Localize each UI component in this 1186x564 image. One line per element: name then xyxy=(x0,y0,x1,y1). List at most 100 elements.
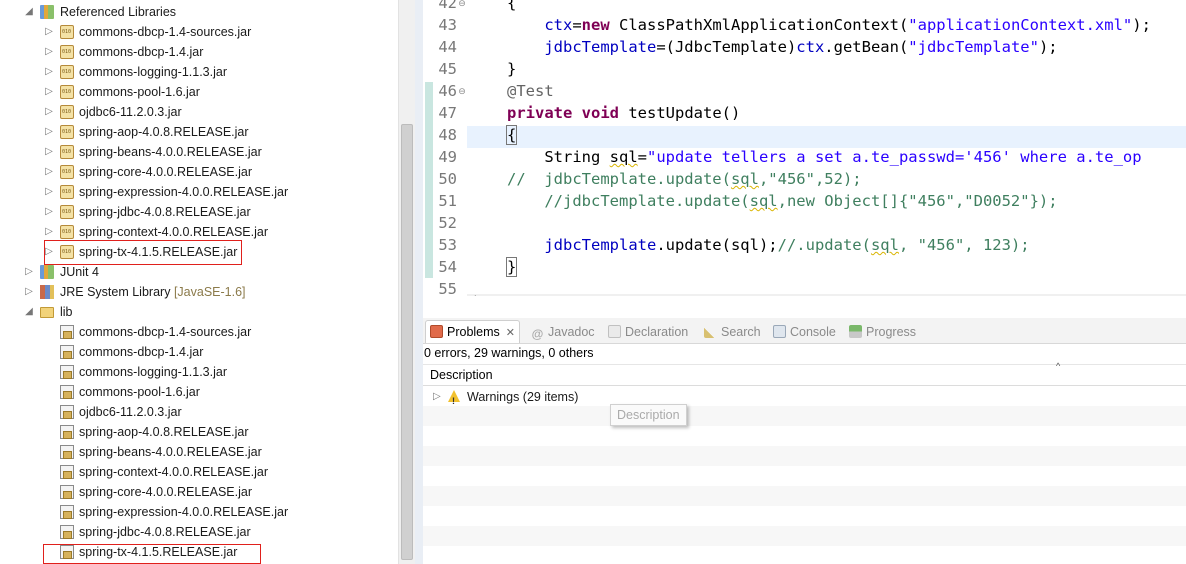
jar-label: commons-logging-1.1.3.jar xyxy=(79,365,227,379)
jar-label: spring-beans-4.0.0.RELEASE.jar xyxy=(79,145,262,159)
collapse-arrow-icon[interactable]: ◢ xyxy=(24,2,34,22)
pane-divider[interactable] xyxy=(415,0,423,564)
tree-node-label: JUnit 4 xyxy=(60,265,99,279)
code-line-53[interactable]: jdbcTemplate.update(sql);//.update(sql, … xyxy=(507,234,1030,256)
sort-up-icon[interactable]: ^ xyxy=(1056,361,1060,371)
expand-arrow-icon[interactable]: ▷ xyxy=(24,262,34,282)
code-line-48[interactable]: { xyxy=(505,124,518,146)
search-torch-icon xyxy=(704,325,717,338)
expand-arrow-icon[interactable]: ▷ xyxy=(44,182,54,202)
problems-icon xyxy=(430,325,443,338)
expand-arrow-icon[interactable]: ▷ xyxy=(44,82,54,102)
jar-label: spring-aop-4.0.8.RELEASE.jar xyxy=(79,125,249,139)
close-icon[interactable]: ✕ xyxy=(506,327,515,339)
code-line-46[interactable]: @Test xyxy=(507,80,554,102)
line-number: 42 xyxy=(438,0,457,12)
expand-arrow-icon[interactable]: ▷ xyxy=(44,162,54,182)
jar-icon xyxy=(60,105,74,119)
column-header-description[interactable]: Description xyxy=(430,365,493,385)
expand-arrow-icon[interactable]: ▷ xyxy=(44,102,54,122)
line-number: 48 xyxy=(438,126,457,144)
line-number: 43 xyxy=(438,16,457,34)
collapse-arrow-icon[interactable]: ◢ xyxy=(24,302,34,322)
code-token: @Test xyxy=(507,82,554,100)
scroll-left-arrow-icon[interactable]: ◀ xyxy=(469,293,476,296)
code-token: jdbcTemplate xyxy=(544,38,657,56)
code-line-43[interactable]: ctx=new ClassPathXmlApplicationContext("… xyxy=(507,14,1151,36)
code-line-50[interactable]: // jdbcTemplate.update(sql,"456",52); xyxy=(507,168,862,190)
jar-file-icon xyxy=(60,425,74,439)
expand-arrow-icon[interactable]: ▷ xyxy=(44,122,54,142)
expand-arrow-icon[interactable]: ▷ xyxy=(44,62,54,82)
jar-label: spring-jdbc-4.0.8.RELEASE.jar xyxy=(79,525,251,539)
fold-minus-icon[interactable]: ⊖ xyxy=(457,80,467,102)
expand-arrow-icon[interactable]: ▷ xyxy=(44,142,54,162)
expand-arrow-icon[interactable]: ▷ xyxy=(44,202,54,222)
table-header: Description ^ xyxy=(423,361,1186,386)
code-token: testUpdate() xyxy=(619,104,741,122)
jar-file-icon xyxy=(60,385,74,399)
line-number: 53 xyxy=(438,236,457,254)
jar-icon xyxy=(60,225,74,239)
expand-arrow-icon[interactable]: ▷ xyxy=(44,22,54,42)
java-editor[interactable]: 42 43 44 45 46 47 48 49 50 51 52 53 54 5… xyxy=(423,0,1186,296)
tab-label: Javadoc xyxy=(548,325,595,339)
tree-node-referenced-libraries[interactable]: ◢ Referenced Libraries xyxy=(0,2,398,22)
code-token: ctx xyxy=(544,16,573,34)
view-tab-bar: Problems ✕ @ Javadoc Declaration Search Co… xyxy=(423,318,1186,344)
code-line-49[interactable]: String sql="update tellers a set a.te_pa… xyxy=(507,146,1141,168)
code-token: private xyxy=(507,104,573,122)
tab-problems[interactable]: Problems ✕ xyxy=(425,320,521,343)
tab-javadoc[interactable]: @ Javadoc xyxy=(531,321,595,343)
code-line-47[interactable]: private void testUpdate() xyxy=(507,102,740,124)
tab-declaration[interactable]: Declaration xyxy=(608,321,688,343)
fold-minus-icon[interactable]: ⊖ xyxy=(457,0,467,14)
line-number: 49 xyxy=(438,148,457,166)
code-line-51[interactable]: //jdbcTemplate.update(sql,new Object[]{"… xyxy=(507,190,1058,212)
tree-vertical-scrollbar[interactable] xyxy=(398,0,415,564)
code-token: // jdbcTemplate.update( xyxy=(507,170,731,188)
code-line-54[interactable]: } xyxy=(505,256,518,278)
code-token: ); xyxy=(758,236,778,254)
declaration-icon xyxy=(608,325,621,338)
code-token: =(JdbcTemplate) xyxy=(656,38,797,56)
code-token: ,"456",52); xyxy=(758,170,862,188)
expand-arrow-icon[interactable]: ▷ xyxy=(433,387,441,407)
line-number: 52 xyxy=(438,214,457,232)
code-token: .getBean( xyxy=(824,38,909,56)
tab-console[interactable]: Console xyxy=(773,321,836,343)
scrollbar-thumb[interactable] xyxy=(401,124,413,560)
jar-icon xyxy=(60,25,74,39)
tab-label: Console xyxy=(790,325,836,339)
jre-version-label: [JavaSE-1.6] xyxy=(173,285,246,299)
tree-node-label: Referenced Libraries xyxy=(60,5,177,19)
code-token: ); xyxy=(1038,38,1058,56)
code-token: ,new Object[]{"456","D0052"}); xyxy=(777,192,1058,210)
expand-arrow-icon[interactable]: ▷ xyxy=(44,42,54,62)
jar-label: commons-logging-1.1.3.jar xyxy=(79,65,227,79)
expand-arrow-icon[interactable]: ▷ xyxy=(44,222,54,242)
editor-horizontal-scrollbar[interactable]: ◀ xyxy=(467,293,1186,296)
jar-label: spring-context-4.0.0.RELEASE.jar xyxy=(79,225,268,239)
code-token: void xyxy=(581,104,619,122)
code-token: "jdbcTemplate" xyxy=(908,38,1039,56)
code-line-45[interactable]: } xyxy=(507,58,516,80)
jar-label: commons-dbcp-1.4-sources.jar xyxy=(79,325,252,339)
highlight-box xyxy=(43,544,261,564)
code-token: .update( xyxy=(656,236,731,254)
code-line-44[interactable]: jdbcTemplate=(JdbcTemplate)ctx.getBean("… xyxy=(507,36,1058,58)
hover-tooltip: Description xyxy=(610,404,687,426)
expand-arrow-icon[interactable]: ▷ xyxy=(24,282,34,302)
code-line-42[interactable]: { xyxy=(507,0,516,14)
jar-label: spring-context-4.0.0.RELEASE.jar xyxy=(79,465,268,479)
tab-progress[interactable]: Progress xyxy=(849,321,916,343)
jar-icon xyxy=(60,45,74,59)
line-number: 46 xyxy=(438,82,457,100)
code-token: , "456", 123); xyxy=(898,236,1030,254)
at-sign-icon: @ xyxy=(531,327,544,341)
tab-search[interactable]: Search xyxy=(704,321,761,343)
table-row-warnings[interactable]: ▷ Warnings (29 items) xyxy=(423,387,1186,411)
